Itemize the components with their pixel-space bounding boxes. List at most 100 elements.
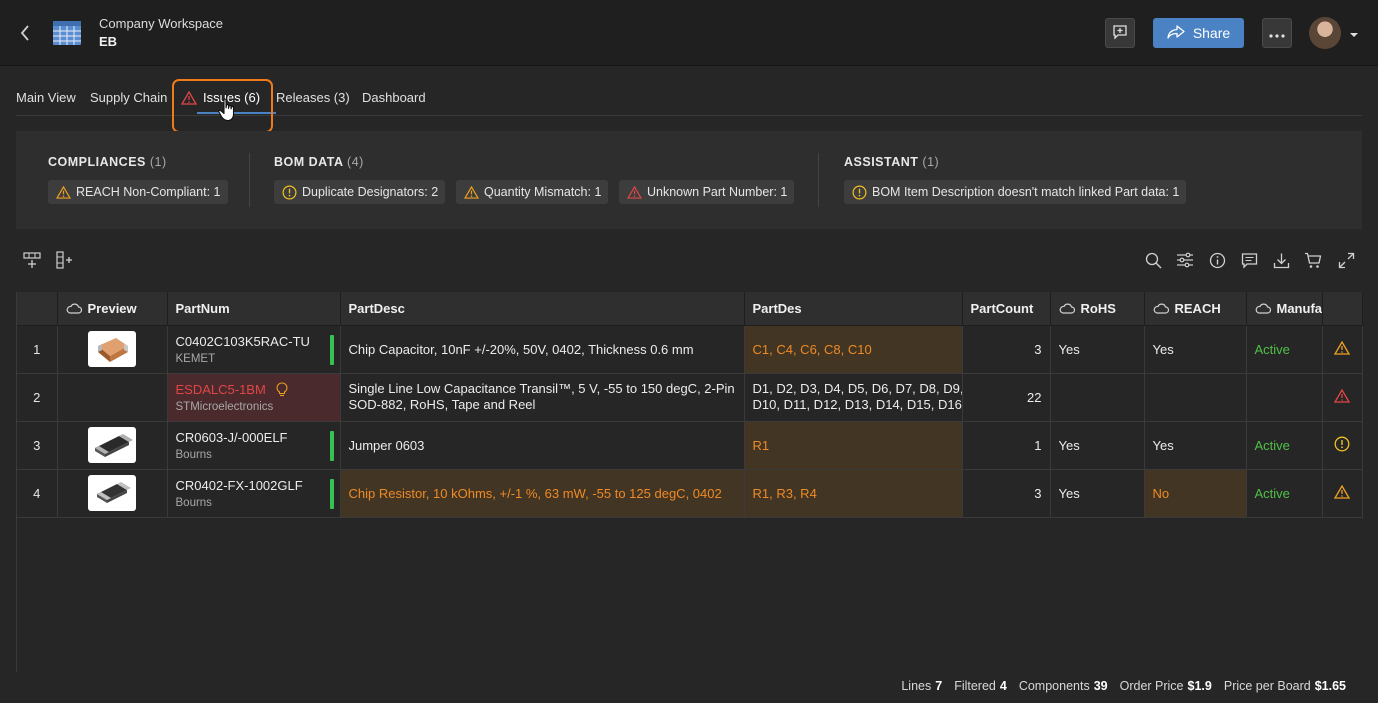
partdes-cell[interactable]: C1, C4, C6, C8, C10 [744,325,963,374]
issue-cell[interactable] [1322,469,1363,518]
partcount-cell[interactable]: 1 [962,421,1051,470]
share-icon [1167,24,1185,42]
lifecycle-cell: Active [1246,325,1323,374]
column-header-partdesc[interactable]: PartDesc [340,292,745,326]
chip-reach-non-compliant[interactable]: REACH Non-Compliant: 1 [48,180,228,204]
rohs-cell: Yes [1050,325,1145,374]
part-number: CR0402-FX-1002GLF [175,477,303,493]
reach-cell: Yes [1144,421,1247,470]
partdes-cell[interactable]: D1, D2, D3, D4, D5, D6, D7, D8, D9, D10,… [744,373,963,422]
partnum-cell[interactable]: C0402C103K5RAC-TU KEMET [167,325,341,374]
table-row[interactable]: 1 C0402C103K5RAC-TU KEMET Chip Capacitor… [17,325,1363,374]
stat-value: $1.65 [1314,679,1346,693]
row-number: 3 [17,421,58,470]
assistant-count: (1) [922,155,940,169]
column-header-partnum[interactable]: PartNum [167,292,341,326]
partdes-cell[interactable]: R1, R3, R4 [744,469,963,518]
chip-unknown-part-number[interactable]: Unknown Part Number: 1 [619,180,795,204]
row-number: 2 [17,373,58,422]
info-icon[interactable] [1207,250,1227,270]
comments-icon[interactable] [1239,250,1259,270]
search-icon[interactable] [1143,250,1163,270]
partnum-cell[interactable]: CR0603-J/-000ELF Bourns [167,421,341,470]
column-header-rohs[interactable]: RoHS [1050,292,1145,326]
order-price-stat: Order Price $1.9 [1120,679,1212,693]
column-header-manufacturer[interactable]: Manufa [1246,292,1323,326]
partdesc-cell[interactable]: Chip Capacitor, 10nF +/-20%, 50V, 0402, … [340,325,745,374]
tab-supply-chain[interactable]: Supply Chain [90,82,167,114]
column-header-partdes[interactable]: PartDes [744,292,963,326]
tab-dashboard[interactable]: Dashboard [362,82,426,114]
chip-label: Unknown Part Number: 1 [647,185,788,199]
group-divider [818,153,819,207]
chip-quantity-mismatch[interactable]: Quantity Mismatch: 1 [456,180,609,204]
download-icon[interactable] [1271,250,1291,270]
issue-cell[interactable] [1322,373,1363,422]
partdesc-cell[interactable]: Chip Resistor, 10 kOhms, +/-1 %, 63 mW, … [340,469,745,518]
manufacturer-name: KEMET [175,352,216,365]
chip-description-mismatch[interactable]: BOM Item Description doesn't match linke… [844,180,1187,204]
add-row-icon[interactable] [22,250,42,270]
stat-value: $1.9 [1187,679,1212,693]
part-number: ESDALC5-1BM [175,381,266,397]
column-header-label: RoHS [1080,300,1116,316]
bom-data-title-text: BOM DATA [274,155,344,169]
issue-cell[interactable] [1322,325,1363,374]
user-avatar[interactable] [1309,17,1341,49]
tab-main-view[interactable]: Main View [16,82,76,114]
part-thumbnail-resistor [88,475,136,511]
workspace-name: Company Workspace [99,16,224,31]
partcount-cell[interactable]: 3 [962,325,1051,374]
add-comment-button[interactable] [1105,18,1135,48]
table-header-row: Preview PartNum PartDesc PartDes PartCou… [17,292,1363,326]
lightbulb-icon[interactable] [276,381,288,397]
chip-label: Duplicate Designators: 2 [302,185,439,199]
reach-cell: No [1144,469,1247,518]
table-row[interactable]: 4 CR0402-FX-1002GLF Bourns Chip Resistor… [17,469,1363,518]
column-header-reach[interactable]: REACH [1144,292,1247,326]
partdesc-line: SOD-882, RoHS, Tape and Reel [348,397,536,412]
partdesc-line: Single Line Low Capacitance Transil™, 5 … [348,381,735,396]
stat-label: Components [1018,679,1090,693]
partcount-cell[interactable]: 22 [962,373,1051,422]
table-row[interactable]: 2 ESDALC5-1BM STMicroelectronics Single … [17,373,1363,422]
partnum-cell[interactable]: CR0402-FX-1002GLF Bourns [167,469,341,518]
row-number: 1 [17,325,58,374]
cart-icon[interactable] [1303,250,1323,270]
add-column-icon[interactable] [54,250,74,270]
ellipsis-icon [1269,26,1285,41]
partcount-cell[interactable]: 3 [962,469,1051,518]
warning-circle-icon [1334,436,1350,452]
table-row[interactable]: 3 CR0603-J/-000ELF Bourns Jumper 0603 R1… [17,421,1363,470]
row-number: 4 [17,469,58,518]
issue-cell[interactable] [1322,421,1363,470]
partdesc-cell[interactable]: Single Line Low Capacitance Transil™, 5 … [340,373,745,422]
chip-duplicate-designators[interactable]: Duplicate Designators: 2 [274,180,446,204]
share-label: Share [1192,25,1231,41]
back-icon[interactable] [14,22,36,44]
share-button[interactable]: Share [1153,18,1244,48]
reach-cell [1144,373,1247,422]
column-header-partcount[interactable]: PartCount [962,292,1051,326]
row-number-header [17,292,58,326]
column-header-preview[interactable]: Preview [57,292,168,326]
rohs-cell [1050,373,1145,422]
cloud-icon [66,303,82,314]
more-options-button[interactable] [1262,18,1292,48]
bom-data-group: BOM DATA (4) Duplicate Designators: 2 Qu… [274,131,814,229]
chevron-down-icon[interactable] [1349,28,1359,38]
partdesc-cell[interactable]: Jumper 0603 [340,421,745,470]
tab-releases[interactable]: Releases (3) [276,82,350,114]
warning-circle-icon [282,185,297,200]
cloud-icon [1059,303,1075,314]
project-name: EB [99,34,118,49]
rohs-cell: Yes [1050,469,1145,518]
partnum-cell[interactable]: ESDALC5-1BM STMicroelectronics [167,373,341,422]
lifecycle-status-bar [329,430,334,461]
lifecycle-cell: Active [1246,469,1323,518]
partdes-cell[interactable]: R1 [744,421,963,470]
partdes-line: D10, D11, D12, D13, D14, D15, D16… [752,397,962,412]
error-triangle-icon [627,185,642,199]
expand-icon[interactable] [1336,250,1356,270]
filter-settings-icon[interactable] [1175,250,1195,270]
